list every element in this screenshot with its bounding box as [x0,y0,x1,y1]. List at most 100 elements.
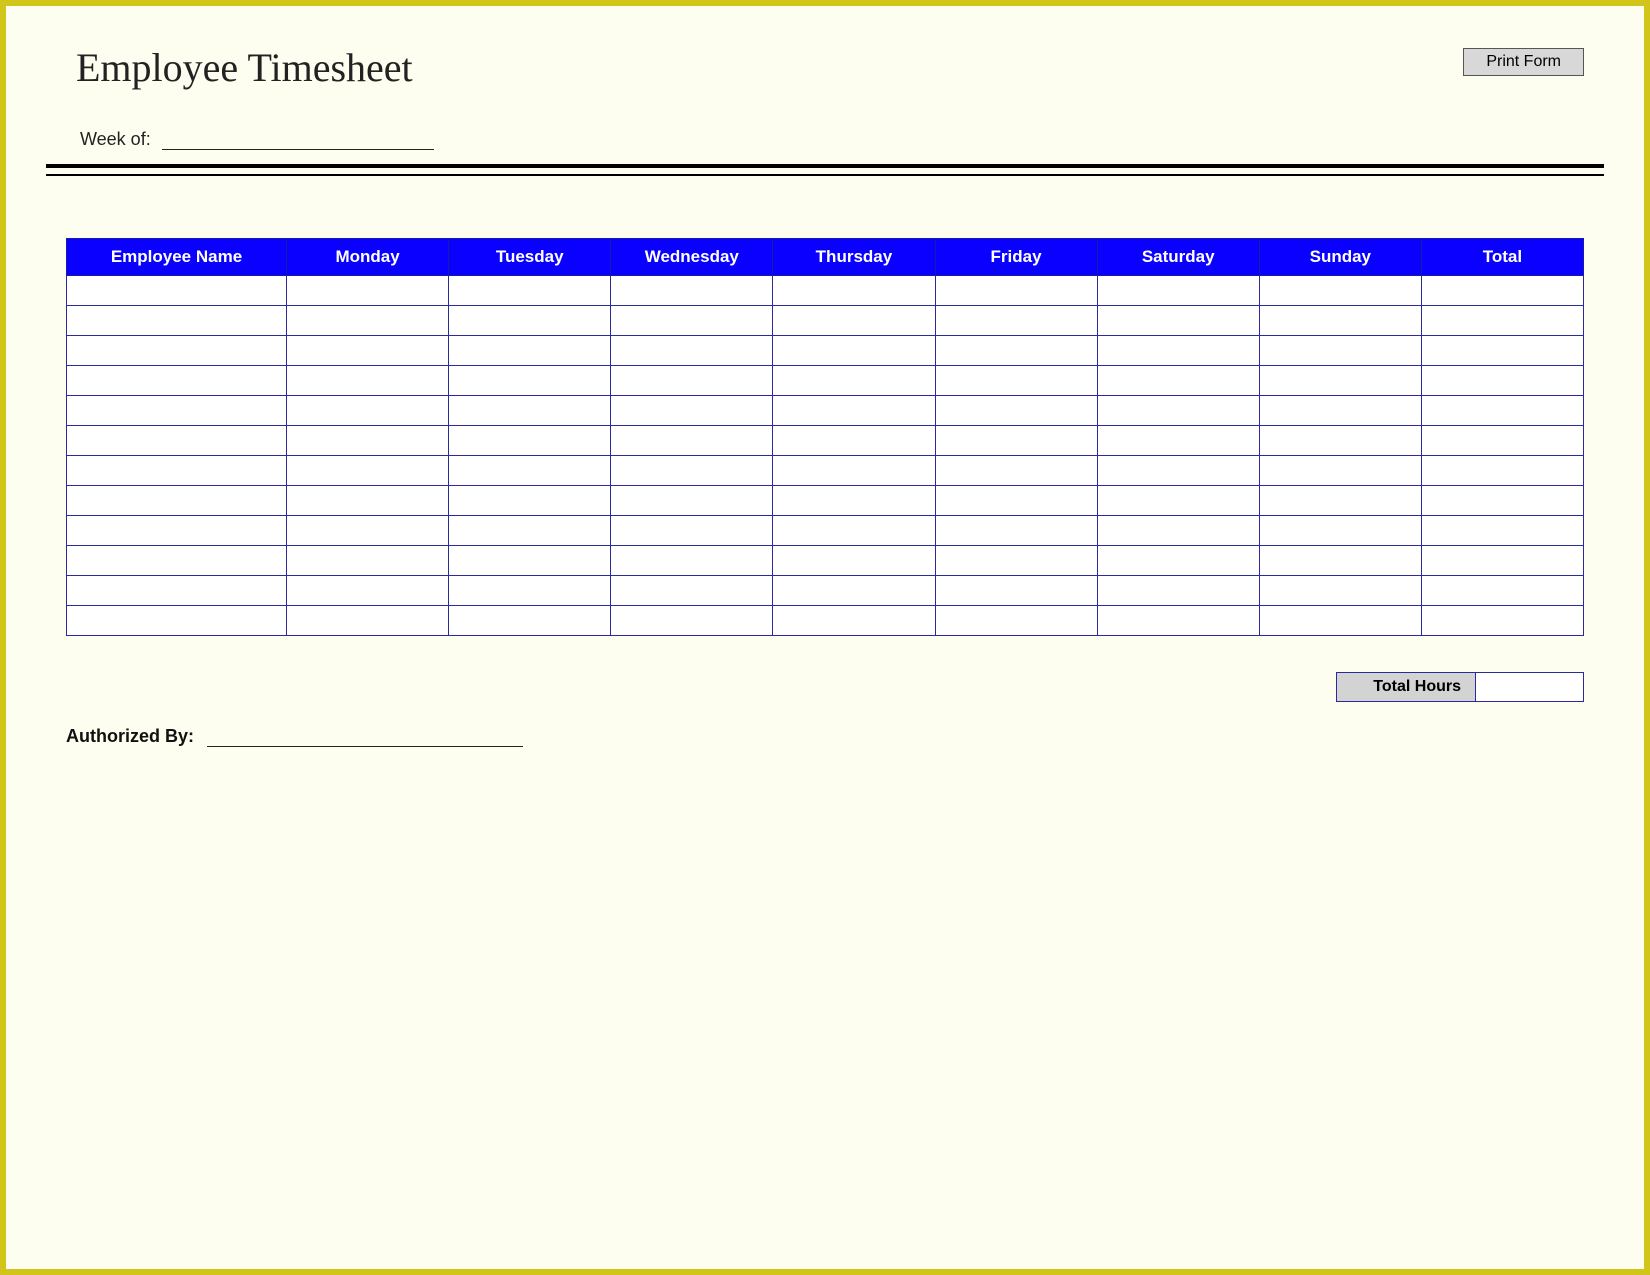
table-cell[interactable] [449,306,611,336]
table-cell[interactable] [449,366,611,396]
table-cell[interactable] [1259,396,1421,426]
table-cell[interactable] [935,486,1097,516]
table-cell[interactable] [1097,276,1259,306]
table-cell[interactable] [611,336,773,366]
table-cell[interactable] [449,336,611,366]
table-cell[interactable] [1421,576,1583,606]
table-cell[interactable] [67,336,287,366]
table-cell[interactable] [773,366,935,396]
table-cell[interactable] [1421,546,1583,576]
table-cell[interactable] [773,516,935,546]
table-cell[interactable] [1097,546,1259,576]
table-cell[interactable] [773,576,935,606]
table-cell[interactable] [773,546,935,576]
table-cell[interactable] [773,426,935,456]
table-cell[interactable] [449,426,611,456]
table-cell[interactable] [1259,306,1421,336]
table-cell[interactable] [67,486,287,516]
table-cell[interactable] [773,486,935,516]
table-cell[interactable] [1421,486,1583,516]
table-cell[interactable] [1259,426,1421,456]
table-cell[interactable] [449,396,611,426]
table-cell[interactable] [935,516,1097,546]
table-cell[interactable] [1421,396,1583,426]
table-cell[interactable] [935,276,1097,306]
table-cell[interactable] [611,546,773,576]
table-cell[interactable] [1097,426,1259,456]
table-cell[interactable] [449,276,611,306]
table-cell[interactable] [935,606,1097,636]
table-cell[interactable] [449,486,611,516]
table-cell[interactable] [935,546,1097,576]
table-cell[interactable] [1097,396,1259,426]
table-cell[interactable] [611,456,773,486]
print-form-button[interactable]: Print Form [1463,48,1584,76]
table-cell[interactable] [287,546,449,576]
table-cell[interactable] [449,546,611,576]
table-cell[interactable] [611,366,773,396]
table-cell[interactable] [1259,456,1421,486]
table-cell[interactable] [773,276,935,306]
table-cell[interactable] [287,456,449,486]
table-cell[interactable] [449,606,611,636]
table-cell[interactable] [611,426,773,456]
table-cell[interactable] [611,276,773,306]
table-cell[interactable] [773,336,935,366]
table-cell[interactable] [611,606,773,636]
table-cell[interactable] [67,426,287,456]
table-cell[interactable] [773,606,935,636]
table-cell[interactable] [287,306,449,336]
table-cell[interactable] [287,426,449,456]
table-cell[interactable] [935,366,1097,396]
table-cell[interactable] [611,516,773,546]
table-cell[interactable] [1097,336,1259,366]
table-cell[interactable] [935,456,1097,486]
table-cell[interactable] [1259,486,1421,516]
table-cell[interactable] [1259,516,1421,546]
table-cell[interactable] [67,516,287,546]
table-cell[interactable] [1421,606,1583,636]
table-cell[interactable] [611,306,773,336]
table-cell[interactable] [773,396,935,426]
table-cell[interactable] [1421,306,1583,336]
table-cell[interactable] [1097,606,1259,636]
table-cell[interactable] [449,456,611,486]
table-cell[interactable] [1097,516,1259,546]
table-cell[interactable] [67,306,287,336]
table-cell[interactable] [449,516,611,546]
table-cell[interactable] [1097,306,1259,336]
table-cell[interactable] [611,396,773,426]
table-cell[interactable] [67,276,287,306]
table-cell[interactable] [449,576,611,606]
table-cell[interactable] [1259,546,1421,576]
table-cell[interactable] [1421,366,1583,396]
table-cell[interactable] [935,576,1097,606]
table-cell[interactable] [67,366,287,396]
table-cell[interactable] [611,486,773,516]
table-cell[interactable] [773,306,935,336]
table-cell[interactable] [67,456,287,486]
table-cell[interactable] [67,546,287,576]
table-cell[interactable] [287,606,449,636]
table-cell[interactable] [1421,456,1583,486]
table-cell[interactable] [287,366,449,396]
table-cell[interactable] [1421,276,1583,306]
table-cell[interactable] [935,336,1097,366]
table-cell[interactable] [1097,486,1259,516]
table-cell[interactable] [611,576,773,606]
total-hours-value[interactable] [1476,672,1584,702]
table-cell[interactable] [287,396,449,426]
table-cell[interactable] [1421,516,1583,546]
table-cell[interactable] [1097,456,1259,486]
table-cell[interactable] [1259,276,1421,306]
table-cell[interactable] [287,276,449,306]
table-cell[interactable] [67,396,287,426]
table-cell[interactable] [935,396,1097,426]
table-cell[interactable] [1259,576,1421,606]
table-cell[interactable] [287,516,449,546]
table-cell[interactable] [67,576,287,606]
table-cell[interactable] [935,426,1097,456]
table-cell[interactable] [1097,576,1259,606]
table-cell[interactable] [1421,426,1583,456]
table-cell[interactable] [1259,366,1421,396]
